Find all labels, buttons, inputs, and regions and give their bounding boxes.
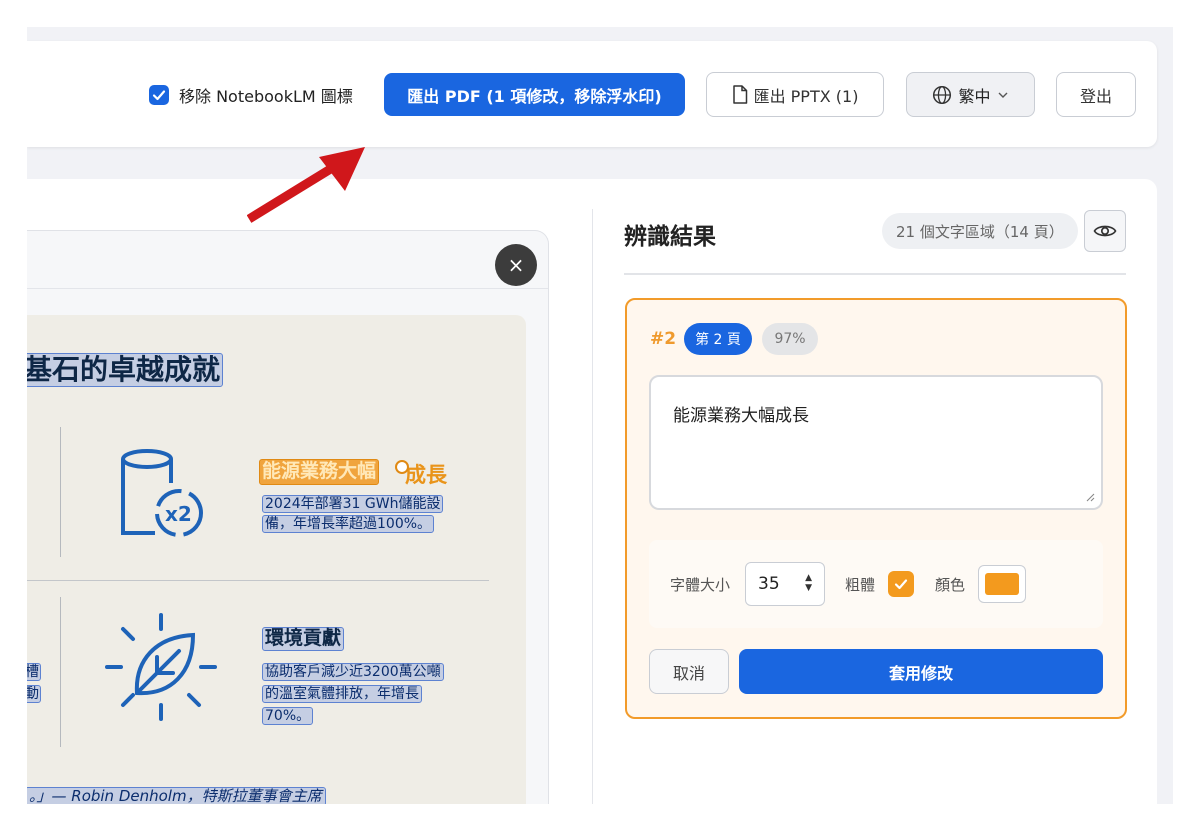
font-size-value: 35 [758,574,780,594]
document-icon [732,85,747,104]
chevron-down-icon [998,92,1007,98]
color-picker[interactable] [978,565,1026,603]
checkmark-icon [152,90,166,101]
cancel-button[interactable]: 取消 [649,649,729,694]
slide-divider [27,580,489,581]
font-size-stepper[interactable]: 35 ▲ ▼ [745,562,825,606]
region-count-badge: 21 個文字區域（14 頁） [882,213,1078,249]
app-window: 移除 NotebookLM 圖標 匯出 PDF (1 項修改，移除浮水印) 匯出… [27,27,1173,804]
ocr-region[interactable]: 基石的卓越成就 [27,353,224,388]
color-swatch [985,573,1019,595]
ocr-region[interactable]: 槽 [27,663,41,682]
close-icon: × [507,253,525,277]
region-text-value: 能源業務大幅成長 [673,406,809,426]
panel-divider [592,209,593,804]
checkmark-icon [894,579,908,590]
bold-checkbox[interactable] [888,571,914,597]
ocr-region[interactable]: 。」— Robin Denholm，特斯拉董事會主席 [27,787,326,804]
apply-changes-button[interactable]: 套用修改 [739,649,1103,694]
region-number: #2 [650,329,677,349]
results-title: 辨識結果 [624,224,716,250]
ocr-region[interactable]: 動 [27,685,41,704]
main-panel: 基石的卓越成就 x2 能源業務大幅 成長 2024年部署31 GWh儲能設 備，… [27,179,1157,804]
slide-divider [60,427,61,557]
stepper-arrows-icon[interactable]: ▲ ▼ [805,573,812,593]
ocr-region[interactable]: 的溫室氣體排放，年增長 [262,685,422,704]
eye-icon [1093,225,1117,237]
slide-preview-panel: 基石的卓越成就 x2 能源業務大幅 成長 2024年部署31 GWh儲能設 備，… [27,230,549,804]
preview-toolbar [27,231,548,289]
remove-logo-option[interactable]: 移除 NotebookLM 圖標 [149,81,353,109]
confidence-badge: 97% [762,323,818,355]
color-label: 顏色 [935,576,966,594]
globe-icon [933,85,952,104]
export-pdf-button[interactable]: 匯出 PDF (1 項修改，移除浮水印) [384,73,685,116]
svg-text:x2: x2 [165,502,192,526]
logout-button[interactable]: 登出 [1056,72,1136,117]
slide-image: 基石的卓越成就 x2 能源業務大幅 成長 2024年部署31 GWh儲能設 備，… [27,315,526,804]
slide-divider [60,597,61,747]
region-text-input[interactable]: 能源業務大幅成長 [649,375,1103,510]
resize-handle-icon[interactable] [1085,492,1095,502]
bold-label: 粗體 [845,576,876,594]
ocr-region[interactable]: 2024年部署31 GWh儲能設 [262,495,444,514]
leaf-icon [105,613,217,721]
language-select[interactable]: 繁中 [906,72,1035,117]
battery-x2-icon: x2 [121,449,203,537]
style-options: 字體大小 35 ▲ ▼ 粗體 顏色 [649,540,1103,628]
selection-handle[interactable] [395,460,409,474]
ocr-region[interactable]: 協助客戶減少近3200萬公噸 [262,663,444,682]
toggle-visibility-button[interactable] [1084,210,1126,252]
export-pptx-label: 匯出 PPTX (1) [753,86,859,106]
remove-logo-checkbox[interactable] [149,85,169,105]
ocr-region[interactable]: 備，年增長率超過100%。 [262,515,435,534]
language-label: 繁中 [958,86,991,106]
page-badge: 第 2 頁 [684,323,752,355]
ocr-region[interactable]: 70%。 [262,707,314,726]
ocr-region-selected[interactable]: 能源業務大幅 [259,459,380,485]
results-separator [624,273,1126,275]
font-size-label: 字體大小 [670,576,731,594]
region-edit-card: #2 第 2 頁 97% 能源業務大幅成長 字體大小 35 ▲▼ 粗體 顏色 [625,298,1127,719]
remove-logo-label: 移除 NotebookLM 圖標 [179,87,353,106]
slide-heading-rest: 成長 [405,463,447,487]
export-pptx-button[interactable]: 匯出 PPTX (1) [706,72,884,117]
close-preview-button[interactable]: × [495,244,537,286]
top-toolbar: 移除 NotebookLM 圖標 匯出 PDF (1 項修改，移除浮水印) 匯出… [27,41,1157,147]
annotation-arrow-icon [247,147,365,223]
ocr-region[interactable]: 環境貢獻 [262,627,345,651]
